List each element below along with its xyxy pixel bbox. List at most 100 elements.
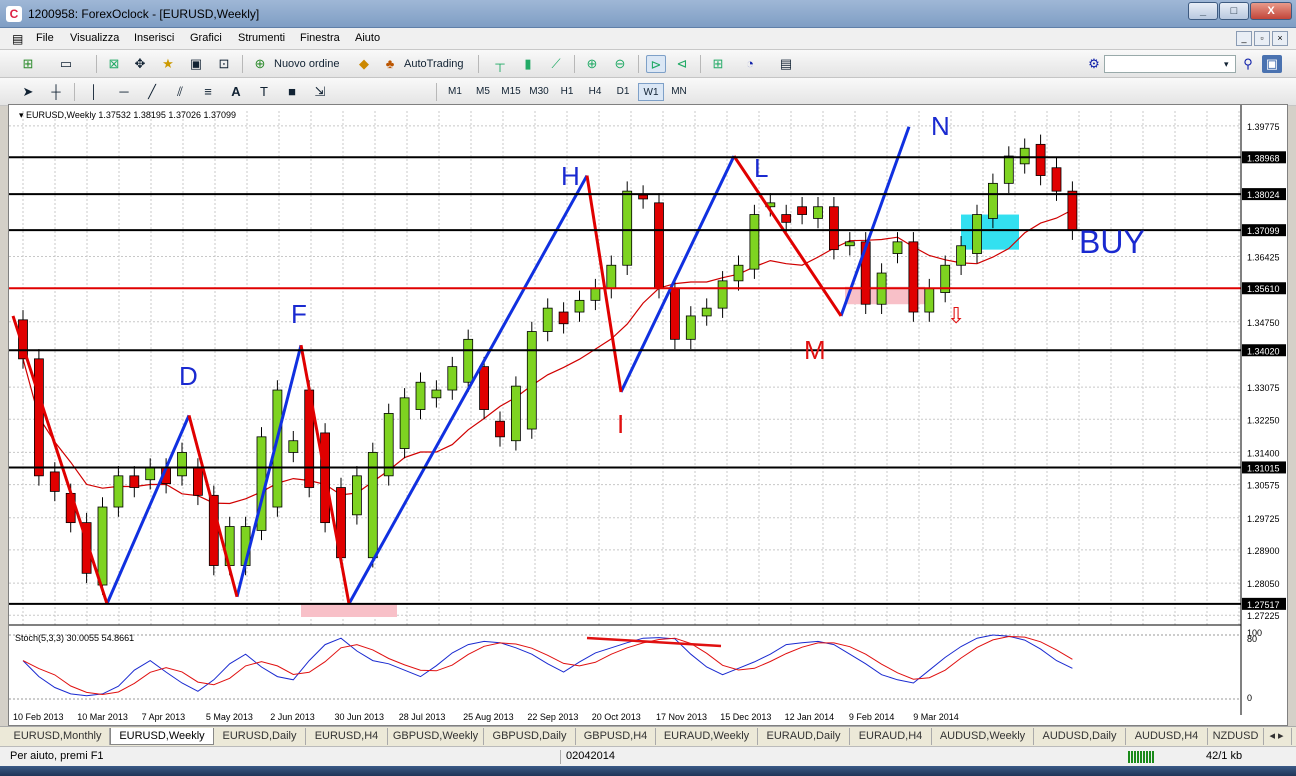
tab-audusd-daily[interactable]: AUDUSD,Daily [1034, 728, 1126, 745]
menu-grafici[interactable]: Grafici [190, 32, 222, 44]
status-bar: Per aiuto, premi F1 02042014 42/1 kb [0, 746, 1296, 766]
tab-euraud-weekly[interactable]: EURAUD,Weekly [656, 728, 758, 745]
menu-visualizza[interactable]: Visualizza [70, 32, 119, 44]
timeframe-mn[interactable]: MN [666, 83, 692, 101]
tab-scroll-arrows-icon[interactable]: ◂ ▸ [1262, 728, 1292, 745]
text-tool-icon[interactable]: A [226, 83, 246, 101]
metaeditor-icon[interactable]: ◆ [354, 55, 374, 73]
tab-gbpusd-weekly[interactable]: GBPUSD,Weekly [388, 728, 484, 745]
equidistant-channel-icon[interactable]: ⫽ [170, 83, 190, 101]
price-axis-label: 1.39775 [1247, 122, 1280, 132]
stoch-header-text: Stoch(5,3,3) 30.0055 54.8661 [15, 633, 134, 643]
timeframe-m5[interactable]: M5 [470, 83, 496, 101]
document-icon[interactable]: ▤ [12, 32, 23, 46]
indicators-icon[interactable]: ⊞ [708, 55, 728, 73]
timeframe-m1[interactable]: M1 [442, 83, 468, 101]
new-order-icon[interactable]: ⊕ [250, 55, 270, 73]
tester-icon[interactable]: ⊡ [214, 55, 234, 73]
messages-icon[interactable]: ▣ [1262, 55, 1282, 73]
date-axis-label: 20 Oct 2013 [592, 712, 641, 722]
child-close-button[interactable]: × [1272, 31, 1288, 46]
timeframe-m30[interactable]: M30 [526, 83, 552, 101]
price-axis-label: 1.38968 [1247, 153, 1280, 163]
menu-finestra[interactable]: Finestra [300, 32, 340, 44]
crosshair-navigator-icon[interactable]: ✥ [130, 55, 150, 73]
minimize-button[interactable]: _ [1188, 2, 1218, 20]
new-order-button[interactable]: Nuovo ordine [272, 55, 341, 73]
price-chart[interactable]: 1.39775 1.38968 1.38024 1.37099 1.36425 1.356… [9, 105, 1287, 725]
crosshair-icon[interactable]: ┼ [46, 83, 66, 101]
arrows-icon[interactable]: ⇲ [310, 83, 330, 101]
connection-status-icon[interactable] [1128, 751, 1154, 763]
tab-audusd-weekly[interactable]: AUDUSD,Weekly [932, 728, 1034, 745]
tab-euraud-h4[interactable]: EURAUD,H4 [850, 728, 932, 745]
price-axis-label: 1.29725 [1247, 514, 1280, 524]
autotrading-icon[interactable]: ♣ [380, 55, 400, 73]
bullish-candle [447, 366, 458, 391]
navigator-icon[interactable]: ★ [158, 55, 178, 73]
bullish-candle [701, 307, 712, 317]
tab-audusd-h4[interactable]: AUDUSD,H4 [1126, 728, 1208, 745]
candlestick-icon[interactable]: ▮ [518, 55, 538, 73]
trendline-icon[interactable]: ╱ [142, 83, 162, 101]
periods-clock-icon[interactable]: ◔ [740, 55, 760, 73]
terminal-icon[interactable]: ▣ [186, 55, 206, 73]
menu-strumenti[interactable]: Strumenti [238, 32, 285, 44]
line-chart-icon[interactable]: ⟋ [546, 55, 566, 73]
text-label-icon[interactable]: T [254, 83, 274, 101]
maximize-button[interactable]: □ [1219, 2, 1249, 20]
autotrading-button[interactable]: AutoTrading [402, 55, 466, 73]
close-button[interactable]: X [1250, 2, 1292, 20]
status-help-text: Per aiuto, premi F1 [10, 750, 104, 762]
bearish-candle [558, 311, 569, 325]
tab-euraud-daily[interactable]: EURAUD,Daily [758, 728, 850, 745]
price-axis-label: 1.34750 [1247, 318, 1280, 328]
chart-window[interactable]: 1.39775 1.38968 1.38024 1.37099 1.36425 1.356… [8, 104, 1288, 726]
chart-tabs: EURUSD,Monthly EURUSD,Weekly EURUSD,Daily E… [0, 726, 1296, 746]
bullish-candle [844, 241, 855, 247]
price-axis-label: 1.38024 [1247, 190, 1280, 200]
timeframe-m15[interactable]: M15 [498, 83, 524, 101]
tab-nzdusd[interactable]: NZDUSD [1208, 728, 1264, 745]
bullish-candle [606, 264, 617, 290]
new-chart-icon[interactable]: ⊞ [18, 55, 38, 73]
settings-gear-icon[interactable]: ⚙ [1084, 55, 1104, 73]
timeframe-d1[interactable]: D1 [610, 83, 636, 101]
tab-gbpusd-h4[interactable]: GBPUSD,H4 [576, 728, 656, 745]
status-traffic: 42/1 kb [1206, 750, 1243, 762]
search-icon[interactable]: ⚲ [1238, 55, 1258, 73]
tab-gbpusd-daily[interactable]: GBPUSD,Daily [484, 728, 576, 745]
rectangle-icon[interactable]: ■ [282, 83, 302, 101]
tab-eurusd-h4[interactable]: EURUSD,H4 [306, 728, 388, 745]
search-input[interactable] [1104, 55, 1236, 73]
zoom-out-icon[interactable]: ⊖ [610, 55, 630, 73]
templates-icon[interactable]: ▤ [776, 55, 796, 73]
date-axis-label: 10 Feb 2013 [13, 712, 64, 722]
profiles-icon[interactable]: ▭ [56, 55, 76, 73]
fibonacci-icon[interactable]: ≡ [198, 83, 218, 101]
chart-shift-icon[interactable]: ⊲ [672, 55, 692, 73]
tab-eurusd-weekly[interactable]: EURUSD,Weekly [110, 728, 214, 745]
tab-eurusd-daily[interactable]: EURUSD,Daily [214, 728, 306, 745]
bar-chart-icon[interactable]: ┬ [490, 55, 510, 73]
bullish-candle [113, 475, 124, 508]
child-restore-button[interactable]: ▫ [1254, 31, 1270, 46]
zoom-in-icon[interactable]: ⊕ [582, 55, 602, 73]
timeframe-w1[interactable]: W1 [638, 83, 664, 101]
cursor-icon[interactable]: ➤ [18, 83, 38, 101]
market-watch-icon[interactable]: ⊠ [104, 55, 124, 73]
menu-file[interactable]: File [36, 32, 54, 44]
menu-inserisci[interactable]: Inserisci [134, 32, 174, 44]
child-minimize-button[interactable]: _ [1236, 31, 1252, 46]
date-axis-label: 22 Sep 2013 [527, 712, 578, 722]
tab-eurusd-monthly[interactable]: EURUSD,Monthly [6, 728, 110, 745]
auto-scroll-icon[interactable]: ⊳ [646, 55, 666, 73]
horizontal-line-icon[interactable]: ─ [114, 83, 134, 101]
bullish-candle [288, 440, 299, 453]
bullish-candle [542, 307, 553, 332]
vertical-line-icon[interactable]: │ [84, 83, 104, 101]
timeframe-h1[interactable]: H1 [554, 83, 580, 101]
search-dropdown-chevron-icon[interactable]: ▾ [1222, 55, 1236, 73]
menu-aiuto[interactable]: Aiuto [355, 32, 380, 44]
timeframe-h4[interactable]: H4 [582, 83, 608, 101]
